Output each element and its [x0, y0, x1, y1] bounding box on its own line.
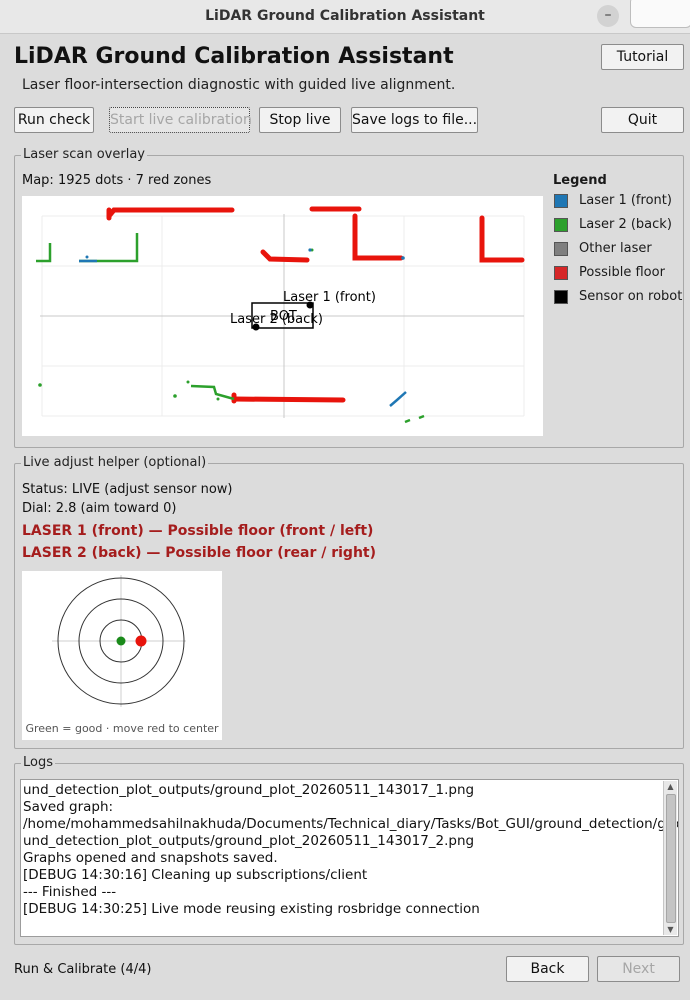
log-output[interactable]: und_detection_plot_outputs/ground_plot_2…: [20, 779, 679, 937]
target-caption: Green = good · move red to center: [25, 722, 219, 735]
legend-title: Legend: [553, 173, 607, 188]
laser2-segment-left: [36, 243, 52, 263]
wizard-step-indicator: Run & Calibrate (4/4): [14, 962, 152, 977]
legend-label-laser1: Laser 1 (front): [579, 193, 672, 208]
log-scrollbar[interactable]: ▲ ▼: [663, 781, 677, 935]
log-line: [DEBUG 14:30:16] Cleaning up subscriptio…: [23, 867, 368, 883]
next-button[interactable]: Next: [597, 956, 680, 982]
floor-segment-center: [260, 249, 310, 263]
live-status: Status: LIVE (adjust sensor now): [22, 482, 233, 497]
laser1-front-points: [79, 259, 407, 407]
back-button[interactable]: Back: [506, 956, 589, 982]
minimize-button[interactable]: –: [597, 5, 619, 27]
scroll-up-icon[interactable]: ▲: [664, 781, 677, 792]
legend-swatch-possible-floor: [554, 266, 568, 280]
laser-scan-plot-svg: BOT Laser 1 (front) Laser 2 (back): [36, 206, 525, 424]
laser2-fragment-1: [404, 418, 411, 424]
legend-swatch-sensor: [554, 290, 568, 304]
live-adjust-title: Live adjust helper (optional): [21, 455, 209, 470]
good-position-dot: [116, 636, 126, 646]
floor-segment-bottom: [231, 396, 346, 403]
tutorial-button[interactable]: Tutorial: [601, 44, 684, 70]
legend-label-laser2: Laser 2 (back): [579, 217, 672, 232]
dial-value: Dial: 2.8 (aim toward 0): [22, 501, 177, 516]
legend-label-other-laser: Other laser: [579, 241, 652, 256]
log-line: Graphs opened and snapshots saved.: [23, 850, 278, 866]
log-line: /home/mohammedsahilnakhuda/Documents/Tec…: [23, 816, 679, 832]
laser2-warning: LASER 2 (back) — Possible floor (rear / …: [22, 545, 377, 561]
laser2-plot-label: Laser 2 (back): [230, 312, 323, 327]
legend-swatch-other-laser: [554, 242, 568, 256]
log-line: Saved graph:: [23, 799, 114, 815]
start-live-calibration-button[interactable]: Start live calibration: [109, 107, 252, 133]
laser-scan-overlay-title: Laser scan overlay: [21, 147, 147, 162]
legend-label-possible-floor: Possible floor: [579, 265, 665, 280]
legend-swatch-laser2: [554, 218, 568, 232]
log-line: und_detection_plot_outputs/ground_plot_2…: [23, 782, 475, 798]
map-info: Map: 1925 dots · 7 red zones: [22, 173, 212, 188]
possible-floor-points: [106, 206, 525, 404]
log-line: [DEBUG 14:30:25] Live mode reusing exist…: [23, 901, 480, 917]
scroll-down-icon[interactable]: ▼: [664, 924, 677, 935]
log-line: und_detection_plot_outputs/ground_plot_2…: [23, 833, 475, 849]
legend-label-sensor: Sensor on robot: [579, 289, 683, 304]
quit-button[interactable]: Quit: [601, 107, 684, 133]
save-logs-button[interactable]: Save logs to file...: [351, 107, 478, 133]
run-check-button[interactable]: Run check: [14, 107, 94, 133]
app-subtitle: Laser floor-intersection diagnostic with…: [22, 77, 456, 93]
laser-scan-plot: BOT Laser 1 (front) Laser 2 (back): [22, 196, 543, 436]
scrollbar-thumb[interactable]: [666, 794, 676, 923]
floor-segment-right-l: [352, 213, 404, 261]
floor-segment-far-right: [479, 215, 525, 263]
background-window-edge: [630, 0, 690, 28]
log-line: --- Finished ---: [23, 884, 117, 900]
window-titlebar: LiDAR Ground Calibration Assistant –: [0, 0, 690, 34]
laser1-plot-label: Laser 1 (front): [283, 290, 376, 305]
alignment-target: Green = good · move red to center: [22, 571, 222, 740]
stop-live-button[interactable]: Stop live: [259, 107, 341, 133]
laser2-segment-bottom: [190, 384, 235, 401]
legend-swatch-laser1: [554, 194, 568, 208]
current-position-dot: [135, 635, 147, 647]
alignment-target-svg: Green = good · move red to center: [25, 575, 219, 735]
laser1-warning: LASER 1 (front) — Possible floor (front …: [22, 523, 374, 539]
logs-title: Logs: [21, 755, 55, 770]
window-title: LiDAR Ground Calibration Assistant: [205, 8, 485, 24]
app-title: LiDAR Ground Calibration Assistant: [14, 44, 454, 69]
floor-segment-top-left: [106, 207, 235, 219]
